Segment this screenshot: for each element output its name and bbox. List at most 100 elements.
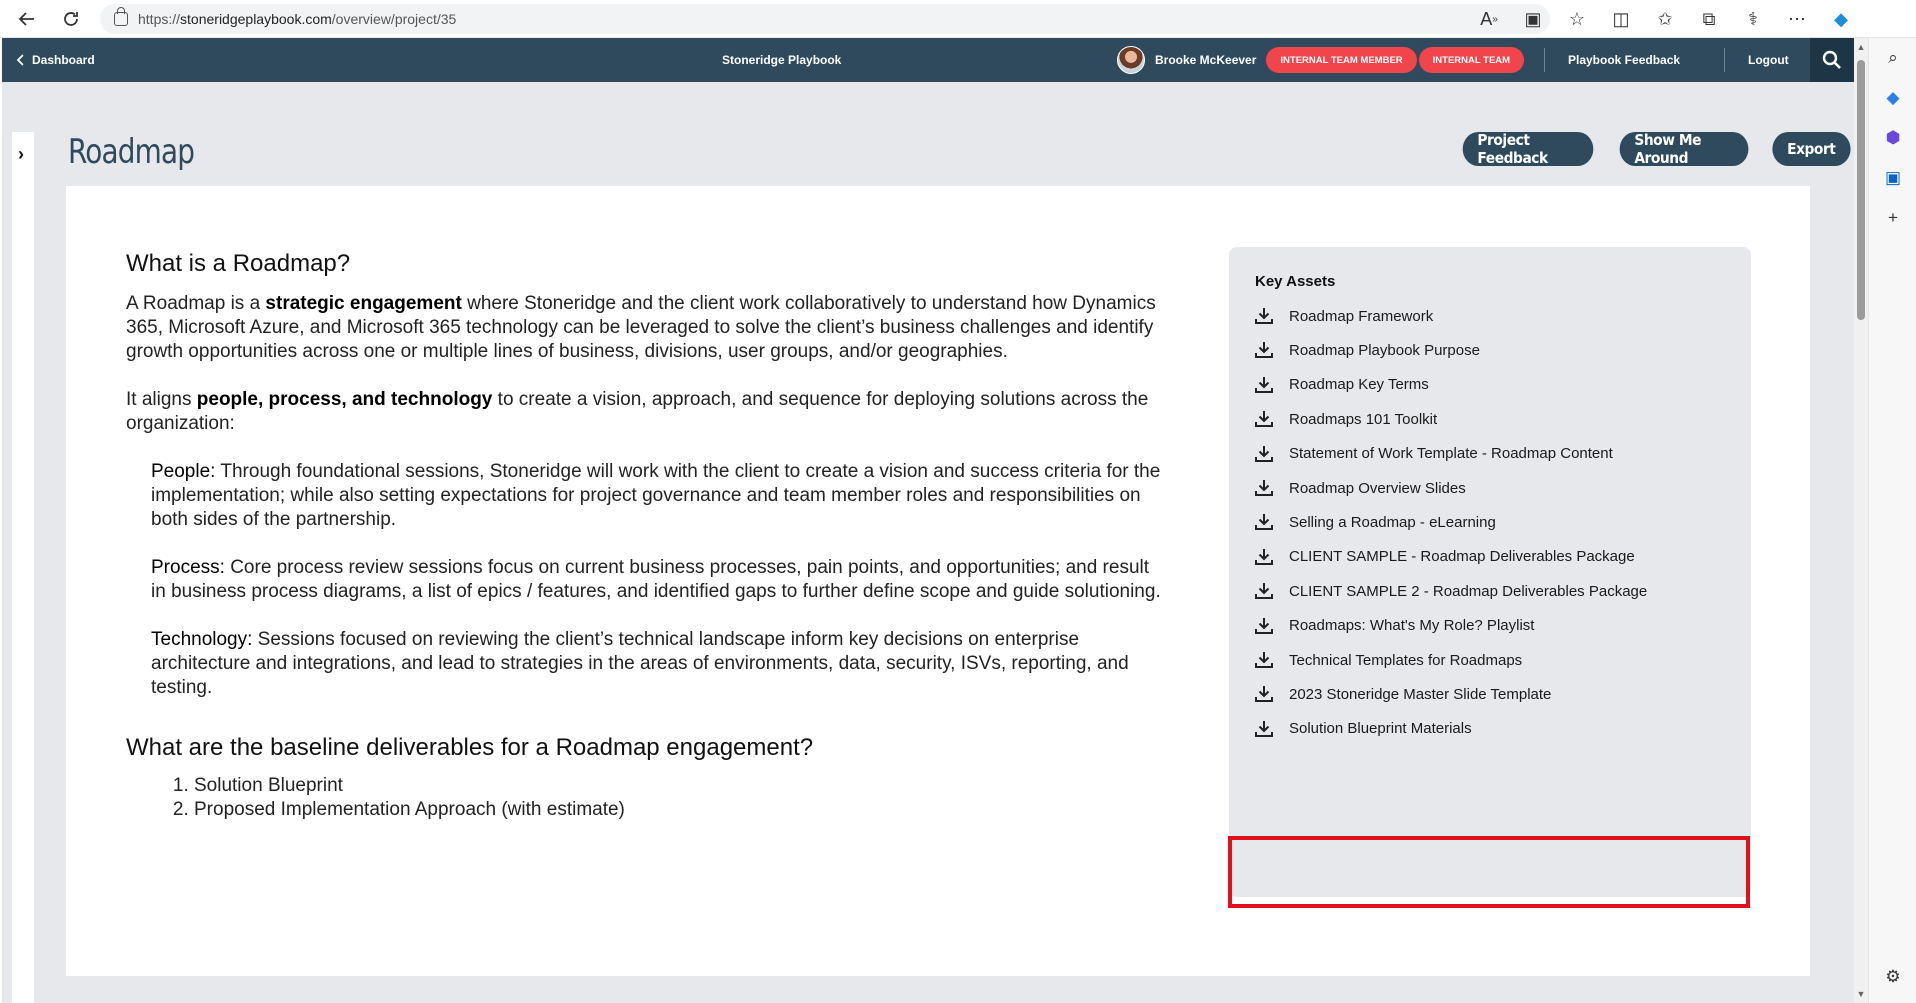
technology-label: Technology: [151, 629, 253, 650]
reader-view-icon[interactable]: ▣ [1518, 4, 1548, 34]
project-feedback-button[interactable]: Project Feedback [1462, 131, 1594, 167]
back-icon[interactable] [14, 6, 40, 32]
asset-label: Roadmap Overview Slides [1289, 479, 1466, 497]
extensions-icon[interactable]: ⚕ [1738, 4, 1768, 34]
text: Through foundational sessions, Stoneridg… [151, 461, 1161, 530]
page-scrollbar[interactable]: ▲ ▼ [1854, 38, 1868, 1003]
sidebar-toggle-area: › [2, 82, 34, 1003]
search-icon [1822, 50, 1841, 69]
asset-label: CLIENT SAMPLE 2 - Roadmap Deliverables P… [1289, 582, 1648, 600]
asset-link[interactable]: Roadmap Key Terms [1253, 372, 1429, 398]
asset-label: Roadmaps 101 Toolkit [1289, 410, 1438, 428]
download-icon [1253, 305, 1275, 327]
download-icon [1253, 477, 1275, 499]
more-options-icon[interactable]: ⋯ [1782, 4, 1812, 34]
asset-link[interactable]: Technical Templates for Roadmaps [1253, 647, 1522, 673]
read-aloud-icon[interactable]: A» [1474, 4, 1504, 34]
key-assets-heading: Key Assets [1255, 273, 1336, 290]
browser-sidebar: ⌕ ◆ ⬢ ▣ + ⚙ [1868, 38, 1916, 1003]
people-label: People: [151, 461, 216, 482]
scroll-thumb[interactable] [1857, 60, 1865, 320]
url-host: stoneridgeplaybook.com [180, 11, 332, 27]
dashboard-label: Dashboard [32, 53, 95, 67]
paragraph: It aligns people, process, and technolog… [126, 388, 1166, 436]
header-search-button[interactable] [1810, 38, 1854, 82]
asset-label: Roadmaps: What's My Role? Playlist [1289, 617, 1535, 635]
asset-link[interactable]: Roadmap Overview Slides [1253, 475, 1466, 501]
page-title: Roadmap [68, 132, 195, 172]
shopping-icon[interactable]: ◆ [1869, 78, 1916, 118]
text: Core process review sessions focus on cu… [151, 557, 1161, 602]
favorites-icon[interactable]: ✩ [1650, 4, 1680, 34]
lock-icon [114, 7, 128, 26]
process-paragraph: Process: Core process review sessions fo… [151, 556, 1166, 604]
header-divider [1724, 48, 1725, 72]
app-title: Stoneridge Playbook [722, 53, 842, 67]
add-icon[interactable]: + [1869, 198, 1916, 238]
asset-label: Solution Blueprint Materials [1289, 720, 1472, 738]
copilot-icon[interactable]: ◆ [1826, 4, 1856, 34]
download-icon [1253, 580, 1275, 602]
asset-link[interactable]: Selling a Roadmap - eLearning [1253, 509, 1496, 535]
playbook-feedback-link[interactable]: Playbook Feedback [1568, 38, 1680, 82]
bold-text: people, process, and technology [196, 389, 493, 410]
asset-label: Roadmap Framework [1289, 307, 1434, 325]
paragraph: A Roadmap is a strategic engagement wher… [126, 292, 1166, 364]
download-icon [1253, 718, 1275, 740]
text: A Roadmap is a [126, 293, 266, 314]
key-assets-panel: Key Assets Roadmap Framework Roadmap Play… [1229, 247, 1751, 897]
asset-link[interactable]: 2023 Stoneridge Master Slide Template [1253, 681, 1551, 707]
header-divider [1544, 48, 1545, 72]
asset-link[interactable]: Roadmap Playbook Purpose [1253, 337, 1480, 363]
asset-label: Roadmap Playbook Purpose [1289, 341, 1480, 359]
asset-label: 2023 Stoneridge Master Slide Template [1289, 685, 1552, 703]
people-paragraph: People: Through foundational sessions, S… [151, 460, 1166, 532]
list-item: Proposed Implementation Approach (with e… [194, 798, 1166, 822]
download-icon [1253, 443, 1275, 465]
settings-icon[interactable]: ⚙ [1869, 957, 1916, 997]
collections-icon[interactable]: ⧉ [1694, 4, 1724, 34]
outlook-icon[interactable]: ▣ [1869, 158, 1916, 198]
user-name: Brooke McKeever [1155, 53, 1257, 67]
logout-link[interactable]: Logout [1748, 38, 1789, 82]
dashboard-link[interactable]: Dashboard [16, 38, 95, 82]
apps-icon[interactable]: ⬢ [1869, 118, 1916, 158]
asset-label: Selling a Roadmap - eLearning [1289, 513, 1496, 531]
avatar[interactable] [1117, 46, 1145, 74]
highlight-box [1228, 836, 1750, 908]
asset-link[interactable]: Roadmaps: What's My Role? Playlist [1253, 613, 1534, 639]
asset-link[interactable]: Statement of Work Template - Roadmap Con… [1253, 441, 1613, 467]
download-icon [1253, 683, 1275, 705]
show-me-around-button[interactable]: Show Me Around [1619, 131, 1749, 167]
chevron-left-icon [16, 54, 24, 66]
section-heading: What is a Roadmap? [126, 250, 351, 277]
deliverables-list: Solution Blueprint Proposed Implementati… [194, 774, 1166, 822]
asset-link[interactable]: Roadmaps 101 Toolkit [1253, 406, 1437, 432]
scroll-up-icon[interactable]: ▲ [1856, 42, 1866, 52]
browser-actions: A» ▣ ☆ ◫ ✩ ⧉ ⚕ ⋯ ◆ [1474, 4, 1856, 34]
chevron-right-icon[interactable]: › [18, 144, 24, 165]
refresh-icon[interactable] [58, 6, 84, 32]
asset-link[interactable]: CLIENT SAMPLE - Roadmap Deliverables Pac… [1253, 544, 1635, 570]
app-header: Dashboard Stoneridge Playbook Brooke McK… [2, 38, 1854, 82]
split-screen-icon[interactable]: ◫ [1606, 4, 1636, 34]
page-actions: Project Feedback Show Me Around Export [1457, 131, 1854, 167]
asset-link[interactable]: Roadmap Framework [1253, 303, 1433, 329]
download-icon [1253, 374, 1275, 396]
scroll-down-icon[interactable]: ▼ [1856, 989, 1866, 999]
download-icon [1253, 649, 1275, 671]
export-button[interactable]: Export [1772, 132, 1851, 166]
url-path: /overview/project/35 [331, 11, 457, 27]
download-icon [1253, 339, 1275, 361]
text: Sessions focused on reviewing the client… [151, 629, 1129, 698]
address-bar[interactable]: https://stoneridgeplaybook.com/overview/… [100, 4, 1550, 34]
search-icon[interactable]: ⌕ [1869, 38, 1916, 78]
favorite-star-icon[interactable]: ☆ [1562, 4, 1592, 34]
asset-link[interactable]: CLIENT SAMPLE 2 - Roadmap Deliverables P… [1253, 578, 1647, 604]
download-icon [1253, 546, 1275, 568]
asset-label: Technical Templates for Roadmaps [1289, 651, 1523, 669]
url-prefix: https:// [138, 11, 181, 27]
sidebar-toggle[interactable] [12, 132, 34, 202]
asset-link[interactable]: Solution Blueprint Materials [1253, 716, 1472, 742]
download-icon [1253, 615, 1275, 637]
